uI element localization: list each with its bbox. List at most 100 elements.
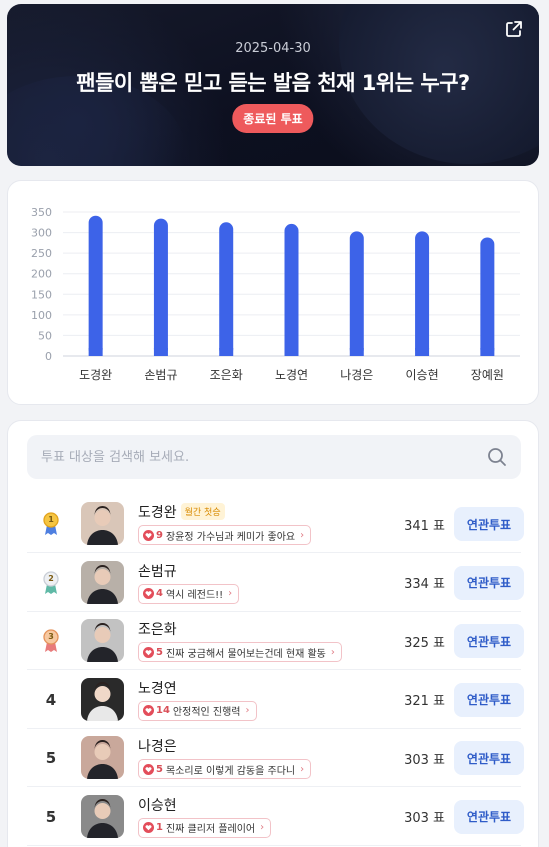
bar-base	[415, 348, 430, 356]
bar-base	[349, 348, 364, 356]
rank-number: 3	[48, 632, 54, 641]
x-tick-label: 나경은	[340, 368, 373, 382]
comment-pill[interactable]: 4 역시 레전드!! ›	[138, 583, 240, 604]
bar	[284, 223, 299, 356]
comment-text: 장윤정 가수님과 케미가 좋아요	[165, 531, 296, 543]
avatar	[81, 736, 124, 779]
related-votes-button[interactable]: 연관투표	[454, 565, 524, 600]
rank-medal-icon: 2	[36, 554, 66, 612]
bar	[480, 237, 495, 356]
comment-pill[interactable]: 1 진짜 클리저 플레이어 ›	[138, 817, 272, 838]
vote-count: 325 표	[404, 635, 445, 651]
search-input[interactable]	[41, 435, 481, 479]
related-votes-button[interactable]: 연관투표	[454, 507, 524, 541]
bar	[349, 231, 364, 356]
vote-banner: 2025-04-30 팬들이 뽑은 믿고 듣는 발음 천재 1위는 누구? 종료…	[7, 4, 539, 166]
comment-count: 1	[156, 822, 163, 833]
y-tick-label: 150	[31, 288, 52, 301]
candidate-name-text: 나경은	[138, 739, 177, 755]
candidate-name: 이승현	[138, 795, 177, 815]
rank-medal-icon: 3	[36, 612, 66, 670]
heart-icon	[143, 529, 154, 541]
candidate-name-text: 조은화	[138, 622, 177, 638]
vote-date: 2025-04-30	[235, 41, 311, 56]
vote-chart-card: 0 50 100 150 200 250 300 350 도경완 손범규 조은화 노경연 나경은 이승현 장…	[7, 180, 539, 405]
candidate-name-text: 이승현	[138, 797, 177, 814]
comment-text: 진짜 클리저 플레이어	[165, 824, 256, 835]
heart-icon	[143, 822, 154, 833]
vote-title: 팬들이 뽑은 믿고 듣는 발음 천재 1위는 누구?	[76, 71, 470, 95]
chevron-right-icon: ›	[260, 822, 265, 833]
candidate-name-text: 손범규	[138, 563, 177, 580]
candidate-name: 도경완 월간 첫승	[138, 502, 225, 522]
search-icon[interactable]	[487, 447, 507, 467]
vote-count: 303 표	[404, 752, 445, 768]
related-votes-button[interactable]: 연관투표	[454, 682, 524, 717]
y-tick-label: 250	[31, 247, 52, 260]
chevron-right-icon: ›	[245, 705, 250, 716]
comment-text: 목소리로 이렇게 감동을 주다니	[165, 765, 296, 777]
comment-count: 9	[156, 529, 163, 541]
x-tick-label: 조은화	[210, 368, 243, 382]
x-tick-label: 도경완	[79, 368, 112, 382]
chevron-right-icon: ›	[300, 763, 305, 775]
candidate-name: 손범규	[138, 561, 177, 581]
vote-count: 303 표	[404, 811, 445, 826]
comment-pill[interactable]: 9 장윤정 가수님과 케미가 좋아요 ›	[138, 525, 312, 545]
candidate-row[interactable]: 5 이승현 1 진짜 클리저 플레이어 › 303 표 연관투표	[27, 788, 524, 846]
candidate-name-text: 도경완	[138, 505, 177, 521]
status-badge: 종료된 투표	[232, 104, 314, 133]
heart-icon	[143, 763, 154, 775]
search-bar	[27, 435, 521, 479]
comment-pill[interactable]: 14 안정적인 진행력 ›	[138, 700, 257, 721]
x-tick-label: 장예원	[471, 368, 504, 382]
related-votes-button[interactable]: 연관투표	[454, 799, 524, 834]
monthly-badge: 월간 첫승	[180, 503, 225, 520]
heart-icon	[143, 646, 154, 658]
external-link-icon[interactable]	[505, 20, 523, 38]
rank-number: 2	[48, 573, 54, 583]
bar-base	[219, 348, 234, 356]
comment-count: 14	[156, 705, 170, 716]
bar-base	[480, 348, 495, 356]
candidate-row[interactable]: 1 도경완 월간 첫승 9 장윤정 가수님과 케미가 좋아요 › 341 표 연관투표	[27, 495, 524, 553]
y-tick-label: 50	[38, 329, 52, 342]
bar	[88, 215, 103, 356]
avatar	[81, 502, 124, 545]
heart-icon	[143, 588, 154, 599]
comment-text: 안정적인 진행력	[172, 707, 241, 718]
avatar	[81, 560, 124, 604]
y-tick-label: 200	[31, 268, 52, 281]
y-tick-label: 100	[31, 309, 52, 322]
y-tick-label: 0	[45, 350, 52, 363]
related-votes-button[interactable]: 연관투표	[454, 624, 524, 658]
bar-base	[284, 348, 299, 356]
candidate-row[interactable]: 4 노경연 14 안정적인 진행력 › 321 표 연관투표	[27, 671, 524, 729]
bar-base	[153, 348, 168, 356]
candidate-name: 노경연	[138, 678, 177, 698]
avatar	[81, 794, 124, 838]
candidate-row[interactable]: 3 조은화 5 진짜 궁금해서 물어보는건데 현재 활동 › 325 표 연관투표	[27, 612, 524, 670]
vote-result-page: 2025-04-30 팬들이 뽑은 믿고 듣는 발음 천재 1위는 누구? 종료…	[0, 0, 549, 847]
candidate-row[interactable]: 2 손범규 4 역시 레전드!! › 334 표 연관투표	[27, 554, 524, 612]
avatar	[81, 619, 124, 662]
vote-count: 341 표	[404, 518, 445, 534]
bar	[219, 222, 234, 356]
bar	[153, 218, 168, 356]
bar	[415, 231, 430, 356]
rank-medal-icon: 1	[36, 495, 66, 553]
candidate-row[interactable]: 5 나경은 5 목소리로 이렇게 감동을 주다니 › 303 표 연관투표	[27, 729, 524, 787]
chevron-right-icon: ›	[330, 646, 335, 658]
vote-count: 334 표	[404, 577, 445, 592]
y-tick-label: 350	[31, 206, 52, 219]
comment-text: 역시 레전드!!	[165, 590, 224, 601]
chevron-right-icon: ›	[300, 529, 305, 541]
bar-base	[88, 348, 103, 356]
comment-pill[interactable]: 5 목소리로 이렇게 감동을 주다니 ›	[138, 759, 312, 779]
related-votes-button[interactable]: 연관투표	[454, 741, 524, 775]
x-tick-label: 노경연	[275, 368, 308, 382]
comment-pill[interactable]: 5 진짜 궁금해서 물어보는건데 현재 활동 ›	[138, 642, 342, 662]
rank-number: 5	[45, 807, 57, 826]
candidate-name: 나경은	[138, 736, 177, 756]
rank-number: 5	[45, 749, 57, 767]
